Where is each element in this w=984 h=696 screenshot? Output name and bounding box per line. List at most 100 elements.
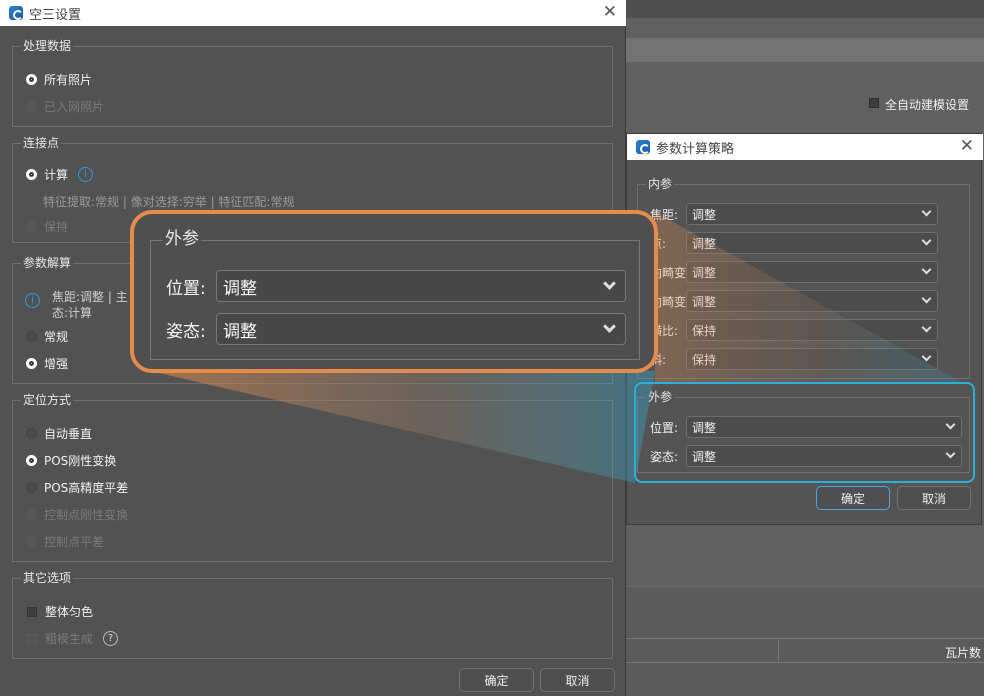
radio-unselected-icon (26, 221, 37, 232)
intrinsic-group: 内参 焦距: 调整 点: 调整 向畸变: 调整 向畸变: 调整 横比: 保持 斜… (637, 176, 970, 379)
radio-all-photos[interactable]: 所有照片 (26, 71, 92, 88)
ok-button[interactable]: 确定 (459, 668, 534, 692)
solve-summary-line2: 态:计算 (52, 306, 93, 320)
divider (626, 638, 984, 639)
checkbox-label: 整体匀色 (45, 605, 94, 619)
select-value: 保持 (692, 323, 717, 338)
param-select[interactable]: 调整 (686, 290, 938, 312)
radio-unselected-icon (26, 536, 37, 547)
checkbox-color-balance[interactable]: 整体匀色 (27, 603, 93, 620)
close-icon[interactable]: ✕ (603, 3, 617, 21)
process-data-group: 处理数据 所有照片 已入网照片 (12, 38, 613, 127)
param-label: 焦距: (650, 207, 679, 222)
close-icon[interactable]: ✕ (960, 137, 974, 155)
divider (626, 662, 984, 663)
radio-pos-precise[interactable]: POS高精度平差 (26, 479, 128, 496)
intrinsic-row: 横比: 保持 (650, 319, 938, 341)
param-select[interactable]: 保持 (686, 348, 938, 370)
attitude-select[interactable]: 调整 (216, 313, 626, 345)
radio-selected-icon (26, 169, 37, 180)
radio-pos-rigid[interactable]: POS刚性变换 (26, 452, 116, 469)
chevron-down-icon (921, 206, 932, 217)
radio-label: 增强 (44, 357, 69, 371)
radio-label: POS刚性变换 (44, 454, 117, 468)
checkbox-icon (27, 606, 37, 617)
position-row: 位置: 调整 (166, 270, 626, 302)
radio-unselected-icon (26, 482, 37, 493)
positioning-group: 定位方式 自动垂直 POS刚性变换 POS高精度平差 控制点刚性变换 控制点平差 (12, 392, 613, 562)
auto-build-label: 全自动建模设置 (885, 98, 970, 112)
intrinsic-row: 焦距: 调整 (650, 203, 938, 225)
param-select[interactable]: 调整 (686, 261, 938, 283)
param-select[interactable]: 保持 (686, 319, 938, 341)
cancel-button[interactable]: 取消 (540, 668, 615, 692)
chevron-down-icon (921, 235, 932, 246)
radio-label: 控制点刚性变换 (44, 508, 129, 522)
chevron-down-icon (921, 351, 932, 362)
checkbox-label: 粗模生成 (45, 632, 94, 646)
background-bottom-panel (626, 586, 984, 696)
chevron-down-icon (921, 293, 932, 304)
position-label: 位置: (166, 278, 206, 299)
select-value: 调整 (692, 207, 717, 222)
group-title: 处理数据 (21, 38, 74, 54)
ok-button[interactable]: 确定 (816, 486, 890, 510)
intrinsic-row: 斜: 保持 (650, 348, 938, 370)
background-toolbar (626, 0, 984, 18)
attitude-label: 姿态: (166, 321, 206, 342)
checkbox-coarse-model[interactable]: 粗模生成 ? (27, 630, 119, 647)
radio-compute[interactable]: 计算 i (26, 166, 94, 183)
auto-build-checkbox[interactable] (869, 98, 879, 108)
radio-gcp-rigid[interactable]: 控制点刚性变换 (26, 506, 128, 523)
tile-count-label: 瓦片数 (945, 646, 982, 660)
radio-selected-icon (26, 358, 37, 369)
select-value: 调整 (692, 236, 717, 251)
select-value: 调整 (223, 278, 257, 299)
radio-label: 所有照片 (44, 73, 93, 87)
param-select[interactable]: 调整 (686, 203, 938, 225)
group-title: 定位方式 (21, 392, 74, 408)
radio-unselected-icon (26, 101, 37, 112)
intrinsic-row: 向畸变: 调整 (650, 261, 938, 283)
dialog-titlebar: 参数计算策略 ✕ (627, 134, 983, 160)
info-icon[interactable]: i (78, 167, 94, 182)
radio-unselected-icon (26, 509, 37, 520)
group-title: 其它选项 (21, 570, 74, 586)
dialog-title: 参数计算策略 (656, 141, 735, 157)
app-logo-icon (636, 140, 650, 154)
info-icon[interactable]: i (25, 293, 40, 308)
dialog-titlebar: 空三设置 ✕ (0, 0, 626, 26)
group-title: 外参 (163, 228, 201, 250)
radio-label: 计算 (44, 168, 69, 182)
group-title: 连接点 (21, 135, 62, 151)
extrinsic-zoom-group: 外参 位置: 调整 姿态: 调整 (150, 228, 640, 360)
group-title: 参数解算 (21, 255, 74, 271)
select-value: 调整 (223, 321, 257, 342)
position-select[interactable]: 调整 (216, 270, 626, 302)
radio-unselected-icon (26, 331, 37, 342)
solve-summary-line1: 焦距:调整 | 主 (52, 290, 128, 304)
radio-selected-icon (26, 455, 37, 466)
divider (778, 640, 779, 662)
help-icon[interactable]: ? (103, 631, 119, 646)
radio-gcp-adjust[interactable]: 控制点平差 (26, 533, 104, 550)
checkbox-icon (27, 633, 37, 644)
radio-networked-photos[interactable]: 已入网照片 (26, 98, 104, 115)
chevron-down-icon (603, 277, 616, 290)
intrinsic-row: 点: 调整 (650, 232, 938, 254)
radio-label: 已入网照片 (44, 100, 105, 114)
select-value: 保持 (692, 352, 717, 367)
radio-normal[interactable]: 常规 (26, 328, 68, 345)
app-logo-icon (9, 6, 23, 20)
cancel-button[interactable]: 取消 (897, 486, 971, 510)
radio-auto-vertical[interactable]: 自动垂直 (26, 425, 92, 442)
param-select[interactable]: 调整 (686, 232, 938, 254)
zoom-callout: 外参 位置: 调整 姿态: 调整 (130, 210, 658, 373)
radio-label: 常规 (44, 330, 69, 344)
radio-label: POS高精度平差 (44, 481, 129, 495)
chevron-down-icon (921, 322, 932, 333)
radio-keep[interactable]: 保持 (26, 218, 68, 235)
tie-point-details: 特征提取:常规 | 像对选择:穷举 | 特征匹配:常规 (43, 195, 295, 209)
other-options-group: 其它选项 整体匀色 粗模生成 ? (12, 570, 613, 659)
radio-enhanced[interactable]: 增强 (26, 355, 68, 372)
